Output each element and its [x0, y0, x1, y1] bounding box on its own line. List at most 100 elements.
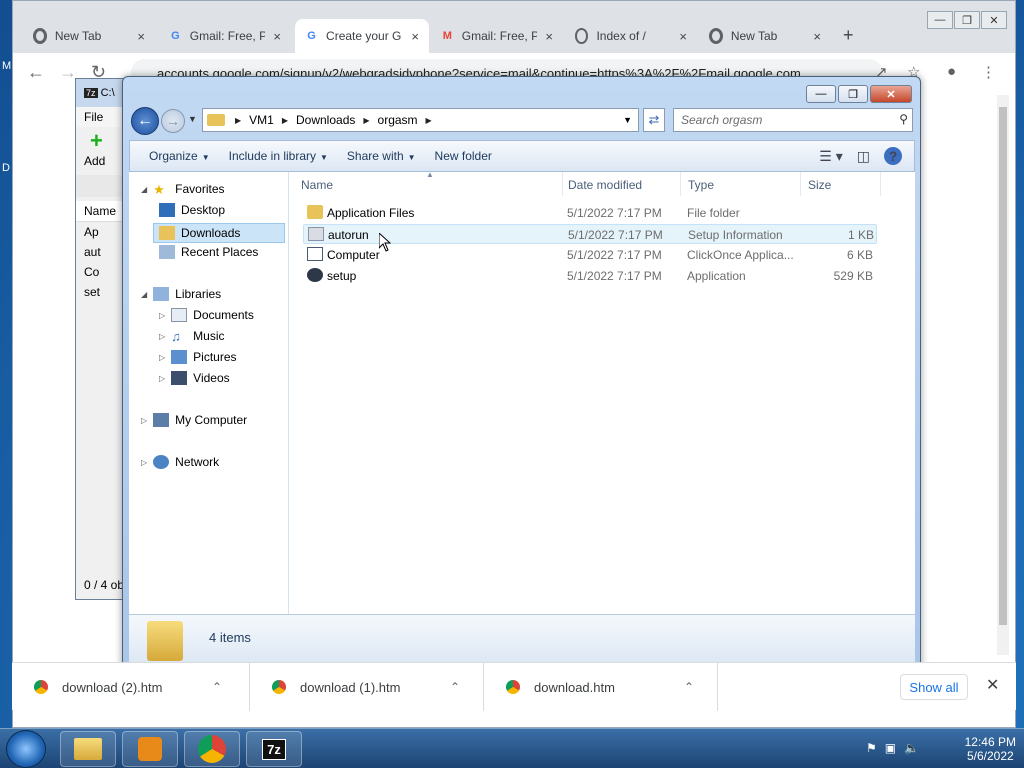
- breadcrumb-item[interactable]: Downloads: [296, 113, 355, 127]
- nav-my-computer[interactable]: ▷ My Computer: [141, 413, 247, 427]
- download-item[interactable]: download.htm ⌃: [484, 663, 718, 711]
- start-button[interactable]: [6, 730, 46, 768]
- minimize-icon[interactable]: —: [927, 11, 953, 29]
- scrollbar-thumb[interactable]: [999, 107, 1007, 625]
- forward-button-icon[interactable]: →: [161, 109, 185, 133]
- setup-app-icon: [307, 268, 323, 282]
- nav-documents[interactable]: ▷ Documents: [159, 308, 254, 322]
- close-shelf-icon[interactable]: ✕: [986, 675, 999, 695]
- nav-desktop[interactable]: Desktop: [159, 203, 225, 217]
- browser-tab[interactable]: M Gmail: Free, P ×: [431, 19, 563, 53]
- close-icon[interactable]: ✕: [870, 85, 912, 103]
- search-icon[interactable]: ⚲: [899, 112, 908, 126]
- globe-icon: [575, 28, 589, 44]
- download-name: download (1).htm: [300, 679, 401, 695]
- close-tab-icon[interactable]: ×: [137, 29, 145, 44]
- close-tab-icon[interactable]: ×: [411, 29, 419, 44]
- search-input[interactable]: Search orgasm ⚲: [673, 108, 913, 132]
- profile-avatar-icon[interactable]: ●: [947, 63, 956, 80]
- chevron-right-icon[interactable]: ▶: [235, 116, 241, 125]
- menu-kebab-icon[interactable]: ⋮: [981, 63, 996, 81]
- download-item[interactable]: download (1).htm ⌃: [250, 663, 484, 711]
- new-folder-button[interactable]: New folder: [435, 149, 492, 163]
- help-icon[interactable]: ?: [884, 147, 902, 165]
- browser-tab[interactable]: Index of / ×: [565, 19, 697, 53]
- volume-icon[interactable]: 🔈: [904, 741, 919, 755]
- nav-favorites[interactable]: ◢ ★ Favorites: [141, 182, 225, 197]
- file-size: 529 KB: [833, 269, 873, 283]
- breadcrumb[interactable]: ▶ VM1 ▶ Downloads ▶ orgasm ▶ ▼: [202, 108, 639, 132]
- taskbar-media-player[interactable]: [122, 731, 178, 767]
- recent-pages-dropdown-icon[interactable]: ▼: [188, 114, 197, 124]
- browser-tab-active[interactable]: G Create your G ×: [295, 19, 429, 53]
- close-tab-icon[interactable]: ×: [545, 29, 553, 44]
- nav-videos[interactable]: ▷ Videos: [159, 371, 230, 385]
- taskbar-chrome[interactable]: [184, 731, 240, 767]
- taskbar-explorer[interactable]: [60, 731, 116, 767]
- desktop-label: D: [2, 162, 10, 174]
- tab-title: Gmail: Free, P: [189, 29, 266, 43]
- minimize-icon[interactable]: —: [806, 85, 836, 103]
- file-date: 5/1/2022 7:17 PM: [568, 228, 663, 242]
- nav-recent-places[interactable]: Recent Places: [159, 245, 258, 259]
- download-item[interactable]: download (2).htm ⌃: [12, 663, 250, 711]
- desktop-icon: [159, 203, 175, 217]
- include-in-library-button[interactable]: Include in library ▼: [229, 149, 328, 163]
- chevron-right-icon[interactable]: ▶: [426, 116, 432, 125]
- chevron-down-icon[interactable]: ▼: [623, 115, 632, 125]
- column-header-size[interactable]: Size: [803, 172, 881, 196]
- close-icon[interactable]: ✕: [981, 11, 1007, 29]
- refresh-icon[interactable]: ⇄: [643, 108, 665, 132]
- file-row[interactable]: Application Files 5/1/2022 7:17 PM File …: [303, 203, 877, 223]
- breadcrumb-item[interactable]: VM1: [249, 113, 274, 127]
- new-tab-button[interactable]: +: [843, 25, 854, 46]
- network-icon: [153, 455, 170, 469]
- file-size: 1 KB: [847, 228, 874, 242]
- nav-pictures[interactable]: ▷ Pictures: [159, 350, 237, 364]
- chevron-up-icon[interactable]: ⌃: [684, 680, 694, 694]
- close-tab-icon[interactable]: ×: [273, 29, 281, 44]
- browser-tab[interactable]: New Tab ×: [23, 19, 155, 53]
- page-scrollbar[interactable]: [997, 95, 1009, 655]
- nav-music[interactable]: ▷ ♫ Music: [159, 329, 225, 344]
- chrome-window-controls: — ❐ ✕: [926, 11, 1007, 29]
- nav-network[interactable]: ▷ Network: [141, 455, 219, 469]
- show-all-button[interactable]: Show all: [900, 674, 968, 700]
- nav-libraries[interactable]: ◢ Libraries: [141, 287, 221, 301]
- taskbar-7zip[interactable]: 7z: [246, 731, 302, 767]
- clock-date: 5/6/2022: [966, 749, 1014, 763]
- file-name: Application Files: [327, 206, 415, 220]
- maximize-icon[interactable]: ❐: [954, 11, 980, 29]
- file-row[interactable]: setup 5/1/2022 7:17 PM Application 529 K…: [303, 266, 877, 286]
- column-header-type[interactable]: Type: [683, 172, 801, 196]
- preview-pane-icon[interactable]: ◫: [857, 148, 870, 165]
- maximize-icon[interactable]: ❐: [838, 85, 868, 103]
- chevron-right-icon[interactable]: ▶: [363, 116, 369, 125]
- file-type: File folder: [687, 206, 740, 220]
- chevron-up-icon[interactable]: ⌃: [450, 680, 460, 694]
- media-player-icon: [138, 737, 162, 761]
- chevron-up-icon[interactable]: ⌃: [212, 680, 222, 694]
- back-button-icon[interactable]: ←: [131, 107, 159, 135]
- breadcrumb-item[interactable]: orgasm: [378, 113, 418, 127]
- action-center-flag-icon[interactable]: ⚑: [866, 741, 877, 755]
- nav-downloads[interactable]: Downloads: [153, 223, 285, 243]
- tab-title: Gmail: Free, P: [461, 29, 538, 43]
- clock[interactable]: 12:46 PM 5/6/2022: [965, 735, 1016, 763]
- close-tab-icon[interactable]: ×: [813, 29, 821, 44]
- back-icon[interactable]: ←: [27, 62, 45, 83]
- file-date: 5/1/2022 7:17 PM: [567, 206, 662, 220]
- search-placeholder: Search orgasm: [681, 113, 763, 127]
- browser-tab[interactable]: New Tab ×: [699, 19, 831, 53]
- column-header-name[interactable]: Name: [301, 172, 563, 196]
- browser-tab[interactable]: G Gmail: Free, P ×: [159, 19, 291, 53]
- share-with-button[interactable]: Share with ▼: [347, 149, 416, 163]
- file-type: Application: [687, 269, 746, 283]
- videos-icon: [171, 371, 188, 385]
- network-tray-icon[interactable]: ▣: [885, 741, 896, 755]
- column-header-date[interactable]: Date modified: [563, 172, 681, 196]
- close-tab-icon[interactable]: ×: [679, 29, 687, 44]
- change-view-icon[interactable]: ☰ ▾: [819, 148, 842, 165]
- organize-button[interactable]: Organize ▼: [149, 149, 210, 163]
- chevron-right-icon[interactable]: ▶: [282, 116, 288, 125]
